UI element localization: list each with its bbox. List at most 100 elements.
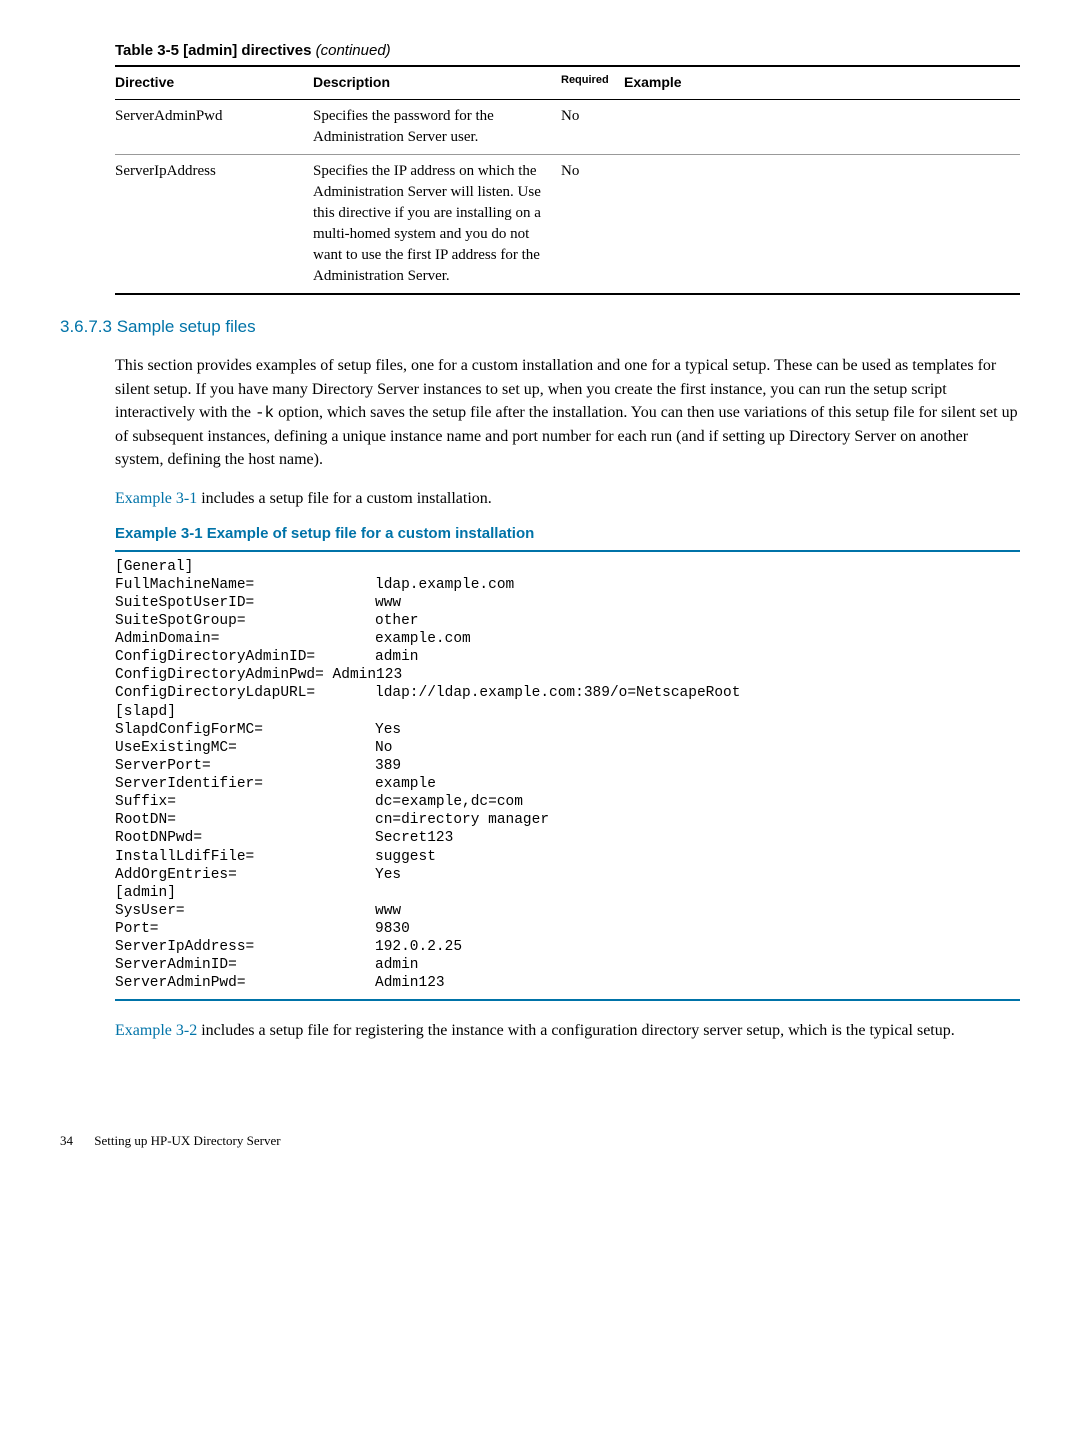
config-key: InstallLdifFile=: [115, 848, 375, 866]
after-para: Example 3-2 includes a setup file for re…: [115, 1019, 1020, 1042]
th-directive: Directive: [115, 66, 313, 99]
cell-required: No: [561, 99, 624, 154]
config-value: No: [375, 739, 740, 757]
cell-directive: ServerIpAddress: [115, 154, 313, 294]
config-value: www: [375, 902, 740, 920]
config-row: [slapd]: [115, 703, 740, 721]
cell-description: Specifies the password for the Administr…: [313, 99, 561, 154]
section-heading: 3.6.7.3 Sample setup files: [60, 315, 1020, 339]
config-value: 389: [375, 757, 740, 775]
config-key: [General]: [115, 558, 375, 576]
config-row: ConfigDirectoryAdminPwd= Admin123: [115, 666, 740, 684]
config-row: [General]: [115, 558, 740, 576]
config-row: SysUser=www: [115, 902, 740, 920]
config-key: ServerPort=: [115, 757, 375, 775]
config-key: Port=: [115, 920, 375, 938]
config-value: dc=example,dc=com: [375, 793, 740, 811]
table-title-prefix: Table 3-5 [admin] directives: [115, 42, 311, 59]
config-row: ConfigDirectoryAdminID=admin: [115, 648, 740, 666]
config-value: ldap.example.com: [375, 576, 740, 594]
config-value: [375, 703, 740, 721]
table-header-row: Directive Description Required Example: [115, 66, 1020, 99]
config-line: ConfigDirectoryAdminPwd= Admin123: [115, 666, 740, 684]
config-row: InstallLdifFile=suggest: [115, 848, 740, 866]
config-value: www: [375, 594, 740, 612]
example-3-1-link[interactable]: Example 3-1: [115, 490, 197, 507]
config-key: AdminDomain=: [115, 630, 375, 648]
config-row: AddOrgEntries=Yes: [115, 866, 740, 884]
config-row: FullMachineName=ldap.example.com: [115, 576, 740, 594]
config-value: [375, 884, 740, 902]
para1-mono: -k: [255, 404, 274, 422]
config-row: SuiteSpotGroup=other: [115, 612, 740, 630]
config-row: ServerIdentifier=example: [115, 775, 740, 793]
section-para-1: This section provides examples of setup …: [115, 354, 1020, 471]
config-value: cn=directory manager: [375, 811, 740, 829]
cell-required: No: [561, 154, 624, 294]
config-row: AdminDomain=example.com: [115, 630, 740, 648]
config-value: admin: [375, 648, 740, 666]
config-value: suggest: [375, 848, 740, 866]
config-key: ConfigDirectoryAdminID=: [115, 648, 375, 666]
config-key: FullMachineName=: [115, 576, 375, 594]
config-key: RootDNPwd=: [115, 829, 375, 847]
config-row: ServerPort=389: [115, 757, 740, 775]
example-3-2-link[interactable]: Example 3-2: [115, 1022, 197, 1039]
config-key: UseExistingMC=: [115, 739, 375, 757]
table-row: ServerIpAddressSpecifies the IP address …: [115, 154, 1020, 294]
th-description: Description: [313, 66, 561, 99]
config-key: ServerIpAddress=: [115, 938, 375, 956]
cell-example: [624, 154, 1020, 294]
config-value: ldap://ldap.example.com:389/o=NetscapeRo…: [375, 684, 740, 702]
config-key: SysUser=: [115, 902, 375, 920]
config-key: RootDN=: [115, 811, 375, 829]
config-key: ServerAdminID=: [115, 956, 375, 974]
config-row: [admin]: [115, 884, 740, 902]
config-key: ServerIdentifier=: [115, 775, 375, 793]
config-row: Suffix=dc=example,dc=com: [115, 793, 740, 811]
example-title: Example 3-1 Example of setup file for a …: [115, 523, 1020, 544]
page-footer: 34 Setting up HP-UX Directory Server: [60, 1132, 1020, 1150]
config-row: UseExistingMC=No: [115, 739, 740, 757]
config-table: [General]FullMachineName=ldap.example.co…: [115, 558, 740, 993]
config-value: [375, 558, 740, 576]
th-example: Example: [624, 66, 1020, 99]
config-row: SlapdConfigForMC=Yes: [115, 721, 740, 739]
config-key: AddOrgEntries=: [115, 866, 375, 884]
config-value: Yes: [375, 721, 740, 739]
config-row: RootDNPwd=Secret123: [115, 829, 740, 847]
section-para-2: Example 3-1 includes a setup file for a …: [115, 487, 1020, 510]
config-key: ServerAdminPwd=: [115, 974, 375, 992]
config-row: ConfigDirectoryLdapURL=ldap://ldap.examp…: [115, 684, 740, 702]
th-required: Required: [561, 66, 624, 99]
cell-description: Specifies the IP address on which the Ad…: [313, 154, 561, 294]
config-key: SuiteSpotGroup=: [115, 612, 375, 630]
cell-example: [624, 99, 1020, 154]
config-row: ServerAdminPwd=Admin123: [115, 974, 740, 992]
config-key: ConfigDirectoryLdapURL=: [115, 684, 375, 702]
config-key: SuiteSpotUserID=: [115, 594, 375, 612]
config-row: SuiteSpotUserID=www: [115, 594, 740, 612]
config-row: ServerAdminID=admin: [115, 956, 740, 974]
config-row: RootDN=cn=directory manager: [115, 811, 740, 829]
config-key: Suffix=: [115, 793, 375, 811]
table-title: Table 3-5 [admin] directives (continued): [115, 40, 1020, 61]
config-value: Yes: [375, 866, 740, 884]
page-number: 34: [60, 1132, 73, 1150]
after-rest: includes a setup file for registering th…: [197, 1022, 955, 1039]
footer-chapter: Setting up HP-UX Directory Server: [94, 1133, 280, 1148]
config-value: 192.0.2.25: [375, 938, 740, 956]
para2-rest: includes a setup file for a custom insta…: [197, 490, 492, 507]
config-value: example: [375, 775, 740, 793]
cell-directive: ServerAdminPwd: [115, 99, 313, 154]
config-key: [admin]: [115, 884, 375, 902]
config-row: ServerIpAddress=192.0.2.25: [115, 938, 740, 956]
config-row: Port=9830: [115, 920, 740, 938]
example-block: [General]FullMachineName=ldap.example.co…: [115, 550, 1020, 1001]
config-key: [slapd]: [115, 703, 375, 721]
table-row: ServerAdminPwdSpecifies the password for…: [115, 99, 1020, 154]
table-title-suffix: (continued): [316, 42, 391, 59]
config-value: Secret123: [375, 829, 740, 847]
config-value: other: [375, 612, 740, 630]
config-value: example.com: [375, 630, 740, 648]
